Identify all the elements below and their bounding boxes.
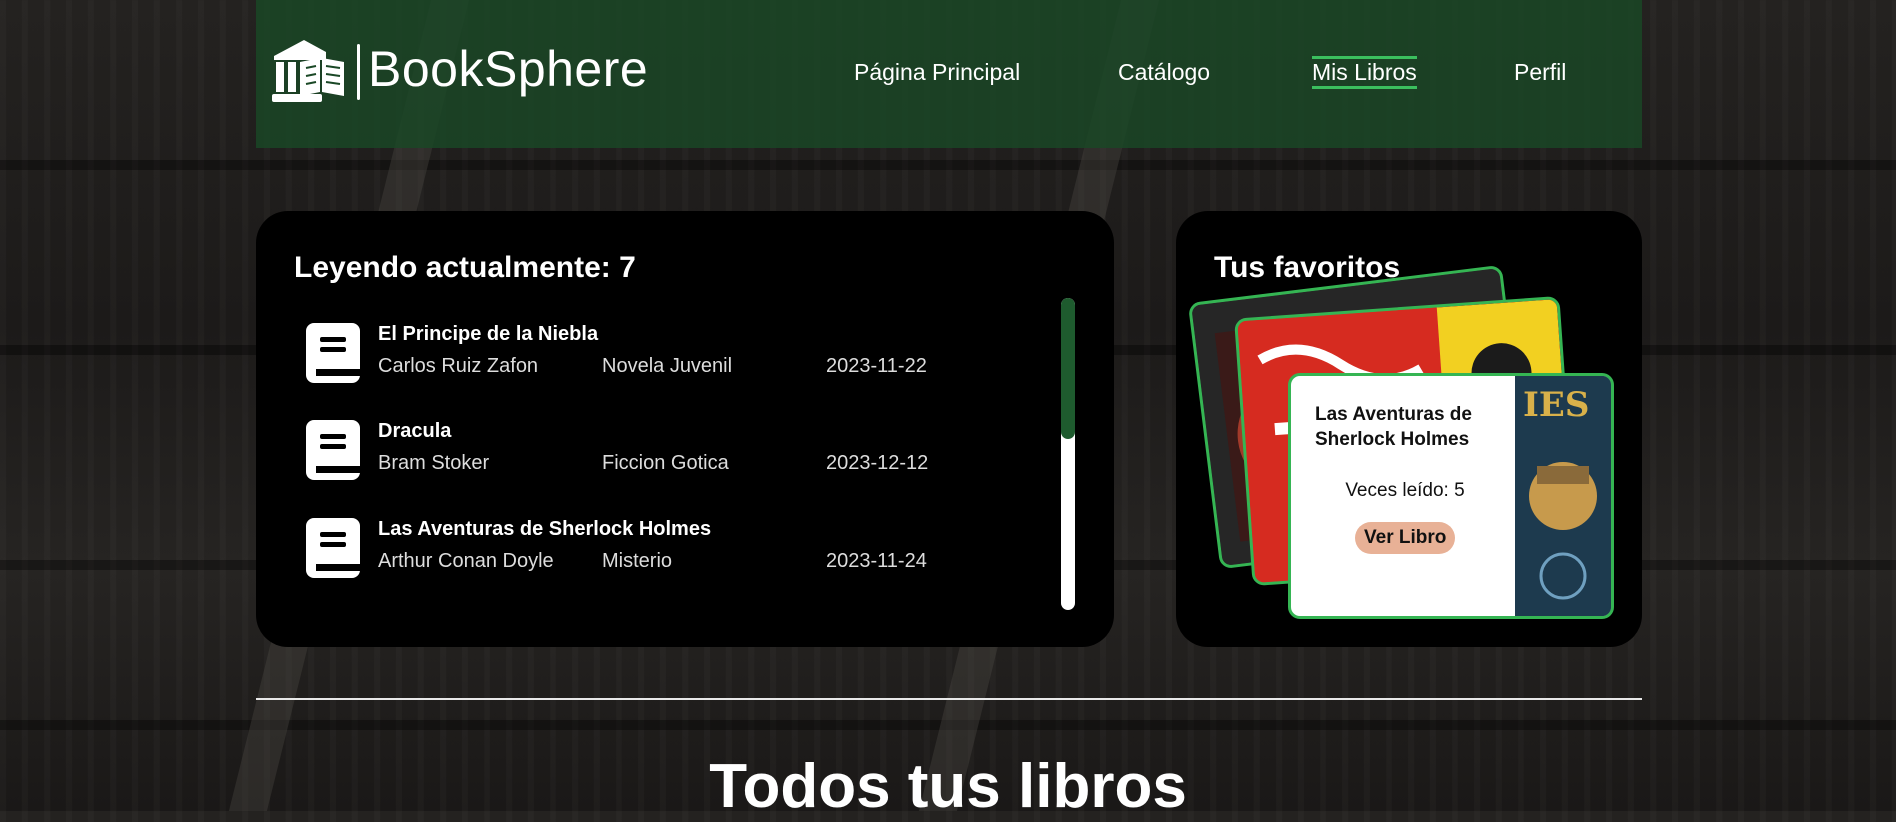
favorite-book-title: Las Aventuras de Sherlock Holmes: [1315, 404, 1472, 450]
book-title: Las Aventuras de Sherlock Holmes: [378, 518, 712, 540]
times-read: Veces leído: 5: [1345, 480, 1465, 501]
all-books-title: Todos tus libros: [709, 752, 1187, 821]
scrollbar-thumb[interactable]: [1061, 298, 1075, 439]
book-icon: [306, 323, 360, 383]
book-date: 2023-11-22: [826, 355, 927, 377]
svg-text:IES: IES: [1523, 385, 1589, 425]
book-genre: Novela Juvenil: [602, 355, 733, 377]
scrollbar[interactable]: [1061, 298, 1075, 610]
book-icon: [306, 420, 360, 480]
book-genre: Misterio: [602, 550, 673, 572]
book-genre: Ficcion Gotica: [602, 452, 729, 474]
book-author: Arthur Conan Doyle: [378, 550, 554, 572]
library-book-icon[interactable]: [270, 36, 350, 106]
list-item[interactable]: Las Aventuras de Sherlock Holmes Arthur …: [306, 514, 986, 580]
book-title: El Principe de la Niebla: [378, 323, 599, 345]
book-author: Carlos Ruiz Zafon: [378, 355, 539, 377]
nav-item-mis-libros[interactable]: Mis Libros: [1312, 56, 1417, 89]
favorites-panel: Tus favoritos IES Las Aventuras de Sherl…: [1176, 211, 1642, 647]
book-cover-image: IES: [1515, 376, 1611, 616]
view-book-button[interactable]: Ver Libro: [1355, 522, 1456, 554]
currently-reading-panel: Leyendo actualmente: 7 El Principe de la…: [256, 211, 1114, 647]
book-title: Dracula: [378, 420, 452, 442]
section-divider: [256, 698, 1642, 700]
book-icon: [306, 518, 360, 578]
book-date: 2023-11-24: [826, 550, 927, 572]
logo-divider: [357, 44, 360, 100]
nav-item-pagina-principal[interactable]: Página Principal: [854, 59, 1020, 86]
favorite-card[interactable]: IES Las Aventuras de Sherlock Holmes Vec…: [1288, 373, 1614, 619]
nav-item-catalogo[interactable]: Catálogo: [1118, 59, 1210, 86]
book-date: 2023-12-12: [826, 452, 929, 474]
navbar: BookSphere Página Principal Catálogo Mis…: [256, 0, 1642, 148]
list-item[interactable]: El Principe de la Niebla Carlos Ruiz Zaf…: [306, 319, 986, 385]
book-author: Bram Stoker: [378, 452, 490, 474]
background-shelf: [0, 160, 1896, 170]
nav-item-perfil[interactable]: Perfil: [1514, 59, 1566, 86]
brand-name[interactable]: BookSphere: [368, 40, 648, 98]
currently-reading-title: Leyendo actualmente: 7: [294, 251, 636, 284]
list-item[interactable]: Dracula Bram Stoker Ficcion Gotica 2023-…: [306, 416, 986, 482]
